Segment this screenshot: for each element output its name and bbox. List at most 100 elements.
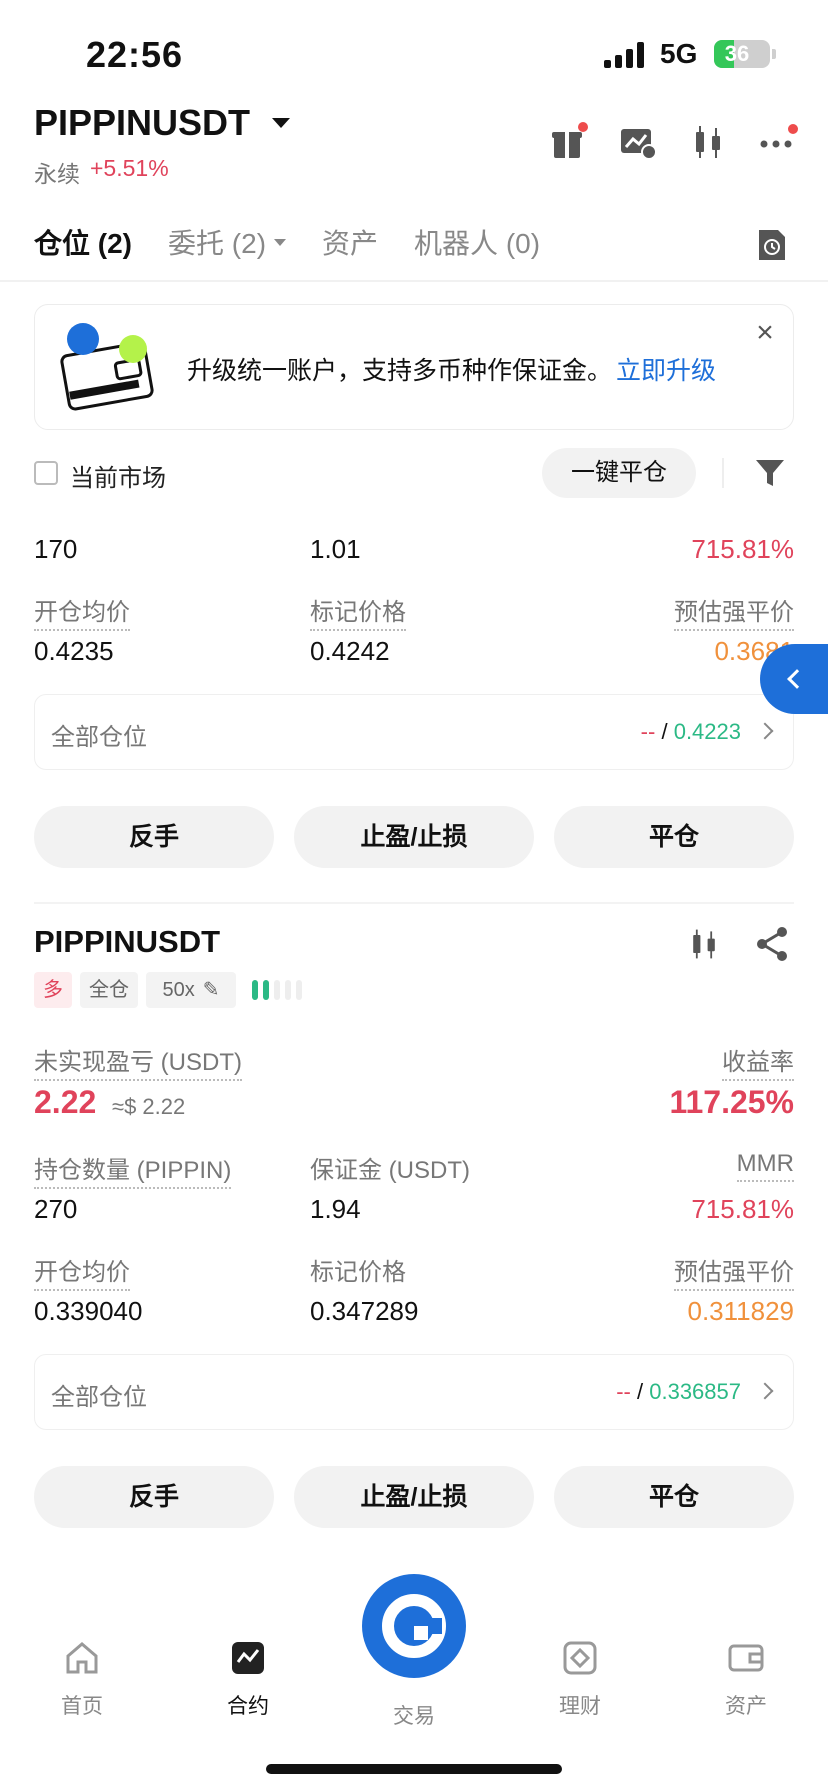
trade-logo-icon bbox=[382, 1594, 446, 1658]
edit-icon: ✎ bbox=[202, 979, 220, 1001]
pnl-label[interactable]: 未实现盈亏 (USDT) bbox=[34, 1042, 242, 1081]
position2-pair: PIPPINUSDT bbox=[34, 924, 221, 959]
position2-liq-price: 0.311829 bbox=[687, 1296, 794, 1326]
current-market-checkbox[interactable] bbox=[34, 461, 58, 485]
tab-assets-label: 资产 bbox=[322, 228, 379, 259]
nav-earn[interactable]: 理财 bbox=[530, 1640, 630, 1720]
candlestick-icon[interactable] bbox=[686, 926, 722, 962]
upgrade-link[interactable]: 立即升级 bbox=[616, 357, 716, 385]
position1-qty: 170 bbox=[34, 534, 78, 564]
chevron-left-icon bbox=[787, 669, 807, 689]
bottom-nav: 首页 合约 交易 理财 资产 bbox=[0, 1560, 828, 1792]
tab-assets[interactable]: 资产 bbox=[322, 222, 378, 262]
tab-orders-label: 委托 (2) bbox=[168, 228, 267, 259]
position1-all-positions[interactable]: 全部仓位 -- / 0.4223 bbox=[34, 694, 794, 770]
mmr-label[interactable]: MMR bbox=[736, 1150, 794, 1182]
position-tabs: 仓位 (2) 委托 (2) 资产 机器人 (0) bbox=[34, 222, 540, 262]
banner-message: 升级统一账户，支持多币种作保证金。 bbox=[187, 357, 613, 385]
position2-liq-label[interactable]: 预估强平价 bbox=[674, 1252, 794, 1291]
caret-down-icon bbox=[272, 118, 291, 128]
positions-list: 170 1.01 715.81% 开仓均价 标记价格 预估强平价 0.4235 … bbox=[0, 506, 828, 1546]
roe-value: 117.25% bbox=[669, 1084, 794, 1120]
chevron-right-icon bbox=[756, 722, 774, 740]
chart-settings-icon[interactable] bbox=[618, 122, 658, 162]
pair-name: PIPPINUSDT bbox=[34, 102, 251, 143]
tab-bots-label: 机器人 (0) bbox=[414, 228, 541, 259]
all-positions-price: 0.4223 bbox=[673, 719, 741, 744]
tab-bots[interactable]: 机器人 (0) bbox=[414, 222, 540, 262]
nav-assets[interactable]: 资产 bbox=[696, 1640, 796, 1720]
leverage-badge[interactable]: 50x ✎ bbox=[146, 972, 236, 1008]
leverage-value: 50x bbox=[162, 979, 195, 1001]
current-market-label: 当前市场 bbox=[70, 465, 166, 492]
home-indicator bbox=[266, 1764, 562, 1774]
reverse-button[interactable]: 反手 bbox=[34, 806, 274, 868]
close-position-button[interactable]: 平仓 bbox=[554, 806, 794, 868]
candlestick-icon[interactable] bbox=[688, 122, 728, 162]
position2-mark-label: 标记价格 bbox=[310, 1259, 406, 1286]
tab-orders[interactable]: 委托 (2) bbox=[168, 222, 287, 262]
position1-mmr: 715.81% bbox=[691, 534, 794, 564]
margin-mode-badge: 全仓 bbox=[80, 972, 138, 1008]
nav-home[interactable]: 首页 bbox=[32, 1640, 132, 1720]
position2-mark-price: 0.347289 bbox=[310, 1296, 419, 1326]
upgrade-banner: 升级统一账户，支持多币种作保证金。 立即升级 × bbox=[34, 304, 794, 430]
position2-entry-price: 0.339040 bbox=[34, 1296, 143, 1326]
adl-indicator bbox=[252, 980, 302, 1000]
all-positions-slash: / bbox=[636, 1379, 644, 1404]
close-all-button[interactable]: 一键平仓 bbox=[542, 448, 696, 498]
more-icon[interactable] bbox=[758, 122, 798, 162]
status-time: 22:56 bbox=[86, 34, 184, 75]
all-positions-slash: / bbox=[661, 719, 668, 744]
trade-button[interactable] bbox=[362, 1574, 466, 1678]
all-positions-pnl: -- bbox=[640, 719, 656, 744]
all-positions-price: 0.336857 bbox=[649, 1379, 741, 1404]
side-badge: 多 bbox=[34, 972, 72, 1008]
pair-subtitle: 永续 +5.51% bbox=[34, 155, 169, 189]
side-panel-toggle[interactable] bbox=[760, 644, 828, 714]
position2-all-positions[interactable]: 全部仓位 -- / 0.336857 bbox=[34, 1354, 794, 1430]
position1-liq-label[interactable]: 预估强平价 bbox=[674, 592, 794, 631]
header-icons bbox=[548, 122, 798, 162]
roe-label[interactable]: 收益率 bbox=[722, 1042, 794, 1081]
share-icon[interactable] bbox=[754, 926, 790, 962]
nav-trade-label: 交易 bbox=[393, 1705, 435, 1728]
history-icon[interactable] bbox=[756, 228, 788, 262]
position1-entry-price: 0.4235 bbox=[34, 636, 114, 666]
tpsl-button[interactable]: 止盈/止损 bbox=[294, 806, 534, 868]
reverse-button[interactable]: 反手 bbox=[34, 1466, 274, 1528]
price-change: +5.51% bbox=[90, 155, 169, 181]
all-positions-value: -- / 0.336857 bbox=[616, 1379, 741, 1405]
position1-entry-label[interactable]: 开仓均价 bbox=[34, 592, 130, 631]
contract-type: 永续 bbox=[34, 161, 80, 187]
position2-mmr: 715.81% bbox=[691, 1194, 794, 1224]
filter-icon[interactable] bbox=[754, 456, 786, 490]
pair-selector[interactable]: PIPPINUSDT bbox=[34, 102, 291, 144]
position2-entry-label[interactable]: 开仓均价 bbox=[34, 1252, 130, 1291]
nav-earn-label: 理财 bbox=[559, 1695, 601, 1718]
nav-home-label: 首页 bbox=[61, 1695, 103, 1718]
gift-icon[interactable] bbox=[548, 122, 588, 162]
unrealized-pnl: 2.22 bbox=[34, 1084, 97, 1120]
status-bar: 22:56 5G 36 bbox=[0, 0, 828, 100]
home-icon bbox=[64, 1640, 100, 1676]
tab-positions-label: 仓位 (2) bbox=[34, 228, 133, 259]
position1-mark-label[interactable]: 标记价格 bbox=[310, 592, 406, 631]
chevron-down-icon bbox=[274, 238, 287, 246]
battery-tip bbox=[772, 49, 776, 59]
close-icon[interactable]: × bbox=[751, 318, 779, 348]
position2-qty: 270 bbox=[34, 1194, 78, 1224]
tpsl-button[interactable]: 止盈/止损 bbox=[294, 1466, 534, 1528]
battery-icon: 36 bbox=[714, 40, 770, 68]
tab-positions[interactable]: 仓位 (2) bbox=[34, 222, 132, 262]
nav-assets-label: 资产 bbox=[725, 1695, 767, 1718]
futures-icon bbox=[230, 1640, 266, 1676]
margin-label: 保证金 (USDT) bbox=[310, 1157, 470, 1184]
filter-row: 当前市场 一键平仓 bbox=[34, 448, 794, 498]
position1-mark-price: 0.4242 bbox=[310, 636, 390, 666]
close-position-button[interactable]: 平仓 bbox=[554, 1466, 794, 1528]
qty-label[interactable]: 持仓数量 (PIPPIN) bbox=[34, 1150, 232, 1189]
filter-divider bbox=[722, 458, 724, 488]
nav-futures[interactable]: 合约 bbox=[198, 1640, 298, 1720]
position2-margin: 1.94 bbox=[310, 1194, 361, 1224]
